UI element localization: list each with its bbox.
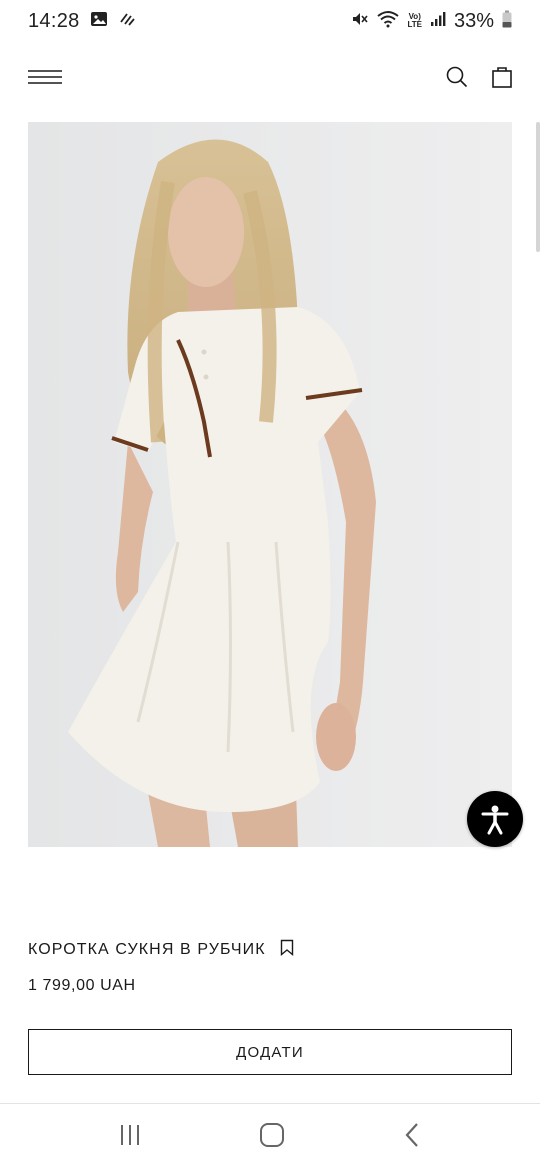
status-time: 14:28 [28, 9, 80, 32]
product-price: 1 799,00 UAH [28, 977, 136, 994]
product-title-row: КОРОТКА СУКНЯ В РУБЧИК [28, 938, 294, 962]
status-left: 14:28 [28, 10, 136, 33]
shopping-bag-icon[interactable] [492, 66, 512, 88]
hamburger-menu-icon[interactable] [28, 69, 62, 85]
mute-icon [351, 10, 369, 33]
recent-apps-icon[interactable] [118, 1123, 142, 1152]
screen: 14:28 Vo) LTE 33% КОРОТКА СУКНЯ В РУБЧИК… [0, 0, 540, 1170]
system-nav [0, 1104, 540, 1170]
accessibility-icon[interactable] [467, 791, 523, 847]
network-type-icon: Vo) LTE [407, 13, 422, 29]
data-sync-icon [118, 10, 136, 33]
bookmark-icon[interactable] [280, 939, 294, 961]
signal-icon [430, 11, 446, 32]
search-icon[interactable] [446, 66, 468, 88]
status-bar: 14:28 Vo) LTE 33% [0, 0, 540, 42]
status-right: Vo) LTE 33% [351, 10, 512, 33]
app-header [0, 54, 540, 100]
product-photo[interactable] [28, 122, 512, 847]
add-to-cart-button[interactable]: ДОДАТИ [28, 1029, 512, 1075]
network-label-bottom: LTE [407, 20, 422, 29]
gallery-icon [90, 10, 108, 33]
back-icon[interactable] [402, 1122, 422, 1153]
scrollbar[interactable] [536, 122, 540, 252]
battery-icon [502, 10, 512, 33]
wifi-icon [377, 10, 400, 33]
header-actions [446, 66, 512, 88]
home-icon[interactable] [259, 1122, 285, 1153]
battery-percent: 33% [453, 9, 494, 32]
product-title: КОРОТКА СУКНЯ В РУБЧИК [28, 941, 266, 958]
